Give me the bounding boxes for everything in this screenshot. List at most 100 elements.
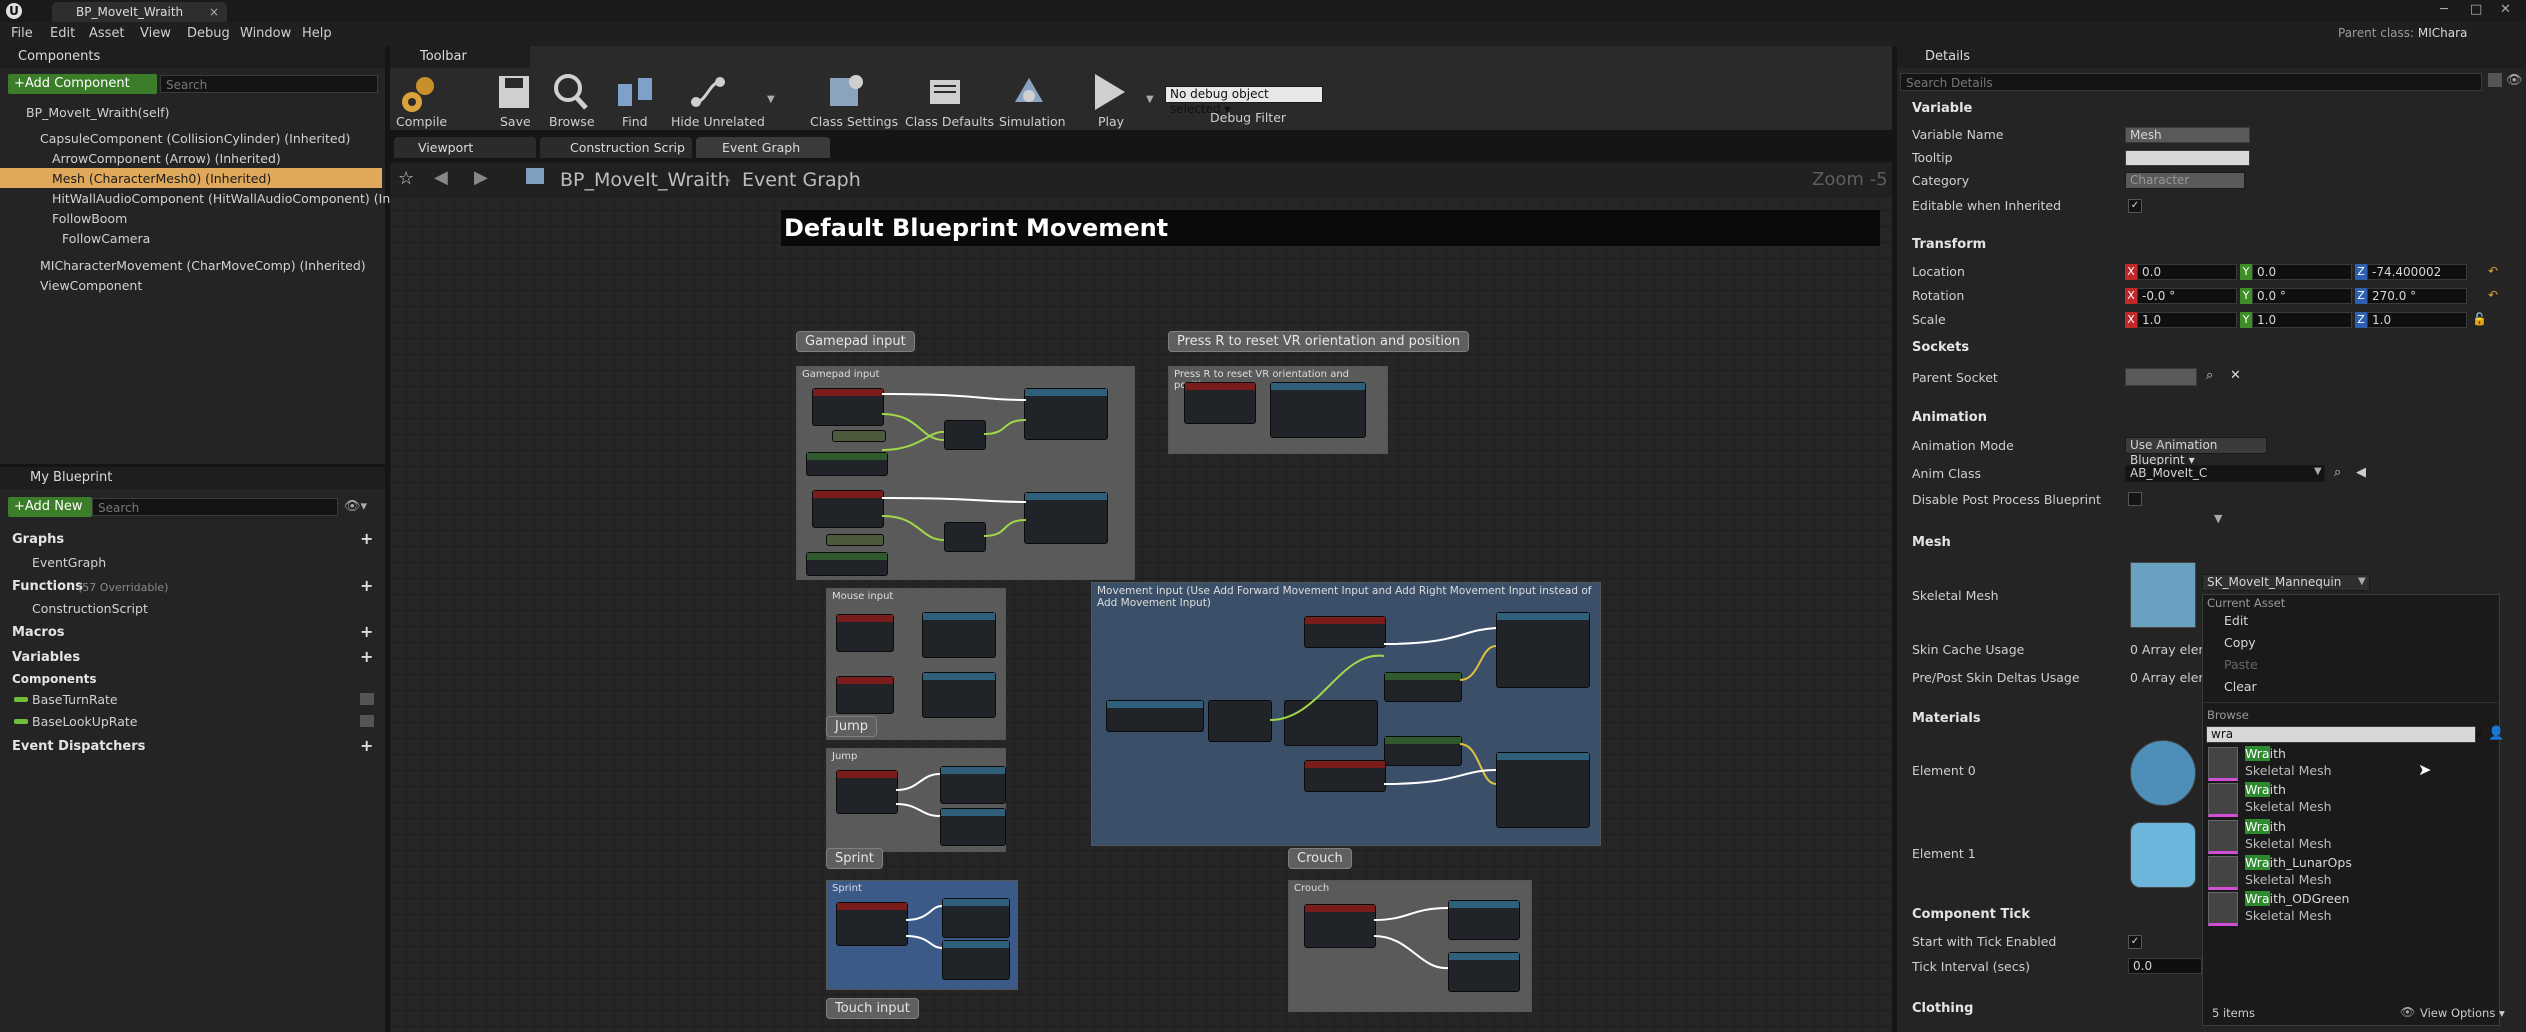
tree-item-mesh[interactable]: Mesh (CharacterMesh0) (Inherited) [52,171,271,186]
skeletal-mesh-select[interactable]: SK_MoveIt_Mannequin [2202,574,2370,591]
paste-menu-item[interactable]: Paste [2224,657,2258,672]
asset-result-name[interactable]: Wraith [2245,782,2286,797]
menu-edit[interactable]: Edit [50,26,75,41]
copy-menu-item[interactable]: Copy [2224,635,2256,650]
save-icon[interactable] [497,74,531,110]
asset-result-name[interactable]: Wraith_LunarOps [2245,855,2352,870]
class-settings-button[interactable]: Class Settings [810,114,898,129]
asset-result-name[interactable]: Wraith [2245,819,2286,834]
parent-class-value[interactable]: MIChara [2418,26,2468,40]
mesh-category[interactable]: Mesh [1912,535,1951,550]
start-tick-checkbox[interactable]: ✓ [2128,935,2142,949]
reset-location-icon[interactable]: ↶ [2488,264,2498,278]
scale-z-input[interactable]: 1.0 [2367,312,2467,328]
my-blueprint-search-input[interactable]: Search [92,498,338,516]
details-search-input[interactable]: Search Details [1900,73,2482,91]
eye-closed-icon[interactable] [360,715,374,727]
tree-item-followboom[interactable]: FollowBoom [52,211,127,226]
dropdown-arrow-icon[interactable]: ▼ [767,94,775,105]
compile-button[interactable]: Compile [396,114,447,129]
location-z-input[interactable]: -74.400002 [2367,264,2467,280]
macros-header[interactable]: Macros [12,625,65,640]
view-options-button[interactable]: View Options ▾ [2420,1006,2505,1020]
back-arrow-icon[interactable]: ◀ [434,167,448,188]
construction-script-item[interactable]: ConstructionScript [32,601,148,616]
lock-icon[interactable]: 🔓 [2472,312,2487,326]
play-icon[interactable] [1091,72,1127,112]
variable-category[interactable]: Variable [1912,101,1972,116]
rotation-z-input[interactable]: 270.0 ° [2367,288,2467,304]
rotation-label[interactable]: Rotation [1912,288,1964,303]
eye-closed-icon[interactable] [360,693,374,705]
class-settings-icon[interactable] [826,72,866,112]
menu-help[interactable]: Help [302,26,332,41]
location-label[interactable]: Location [1912,264,1965,279]
tree-root[interactable]: BP_MoveIt_Wraith(self) [26,105,169,120]
menu-debug[interactable]: Debug [187,26,230,41]
simulation-button[interactable]: Simulation [999,114,1066,129]
scale-label[interactable]: Scale [1912,312,1946,327]
graphs-header[interactable]: Graphs [12,532,64,547]
material-thumbnail[interactable] [2130,822,2196,888]
tree-item-movement[interactable]: MICharacterMovement (CharMoveComp) (Inhe… [40,258,366,273]
simulation-icon[interactable] [1009,72,1049,112]
clear-menu-item[interactable]: Clear [2224,679,2257,694]
anim-class-select[interactable]: AB_MoveIt_C [2125,465,2325,482]
menu-file[interactable]: File [11,26,33,41]
minimize-icon[interactable]: ─ [2440,2,2448,17]
chevron-down-icon[interactable]: ▼ [2314,466,2322,477]
clothing-category[interactable]: Clothing [1912,1001,1973,1016]
forward-arrow-icon[interactable]: ▶ [474,167,488,188]
browse-icon[interactable] [550,72,590,112]
filter-person-icon[interactable]: 👤 [2488,726,2504,741]
transform-category[interactable]: Transform [1912,237,1986,252]
clear-icon[interactable]: ✕ [2230,368,2241,383]
save-button[interactable]: Save [500,114,531,129]
variables-header[interactable]: Variables [12,650,80,665]
reset-rotation-icon[interactable]: ↶ [2488,288,2498,302]
tree-item-followcamera[interactable]: FollowCamera [62,231,150,246]
bubble-gamepad[interactable]: Gamepad input [796,331,915,352]
scale-y-input[interactable]: 1.0 [2252,312,2352,328]
view-options-eye-icon[interactable]: 👁 [2400,1005,2415,1019]
document-tab[interactable]: BP_MoveIt_Wraith × [52,2,227,22]
eye-icon[interactable]: 👁 [2506,73,2523,88]
asset-result-name[interactable]: Wraith_ODGreen [2245,891,2349,906]
animation-category[interactable]: Animation [1912,410,1987,425]
asset-result-name[interactable]: Wraith [2245,746,2286,761]
find-button[interactable]: Find [622,114,648,129]
event-graph-item[interactable]: EventGraph [32,555,106,570]
tree-item-view[interactable]: ViewComponent [40,278,142,293]
location-y-input[interactable]: 0.0 [2252,264,2352,280]
components-search-input[interactable]: Search [160,75,378,93]
use-selected-icon[interactable]: ◀ [2356,465,2366,480]
class-defaults-icon[interactable] [926,72,966,112]
variable-name-input[interactable]: Mesh [2125,127,2250,143]
edit-menu-item[interactable]: Edit [2224,613,2248,628]
location-x-input[interactable]: 0.0 [2137,264,2237,280]
add-new-button[interactable]: +Add New [8,497,92,517]
play-options-icon[interactable]: ▼ [1146,94,1154,105]
browse-asset-icon[interactable]: ⌕ [2334,465,2341,480]
visibility-eye-icon[interactable]: 👁▾ [344,499,367,514]
add-macro-icon[interactable]: + [360,622,373,641]
tree-item-hitwall[interactable]: HitWallAudioComponent (HitWallAudioCompo… [52,191,440,206]
add-function-icon[interactable]: + [360,576,373,595]
tree-item-arrow[interactable]: ArrowComponent (Arrow) (Inherited) [52,151,281,166]
menu-asset[interactable]: Asset [89,26,125,41]
skeletal-mesh-thumbnail[interactable] [2130,562,2196,628]
category-select[interactable]: Character [2125,172,2245,189]
property-matrix-icon[interactable] [2488,73,2502,87]
material-thumbnail[interactable] [2130,740,2196,806]
menu-window[interactable]: Window [240,26,291,41]
browse-button[interactable]: Browse [549,114,595,129]
component-tick-category[interactable]: Component Tick [1912,907,2030,922]
search-icon[interactable]: ⌕ [2206,368,2213,383]
breadcrumb-graph[interactable]: Event Graph [742,169,861,191]
variable-base-turn-rate[interactable]: BaseTurnRate [32,692,118,707]
event-dispatchers-header[interactable]: Event Dispatchers [12,739,145,754]
asset-search-input[interactable]: wra [2206,726,2476,743]
animation-mode-select[interactable]: Use Animation Blueprint ▾ [2125,437,2267,467]
add-component-button[interactable]: +Add Component [8,74,157,94]
maximize-icon[interactable]: □ [2470,2,2482,17]
